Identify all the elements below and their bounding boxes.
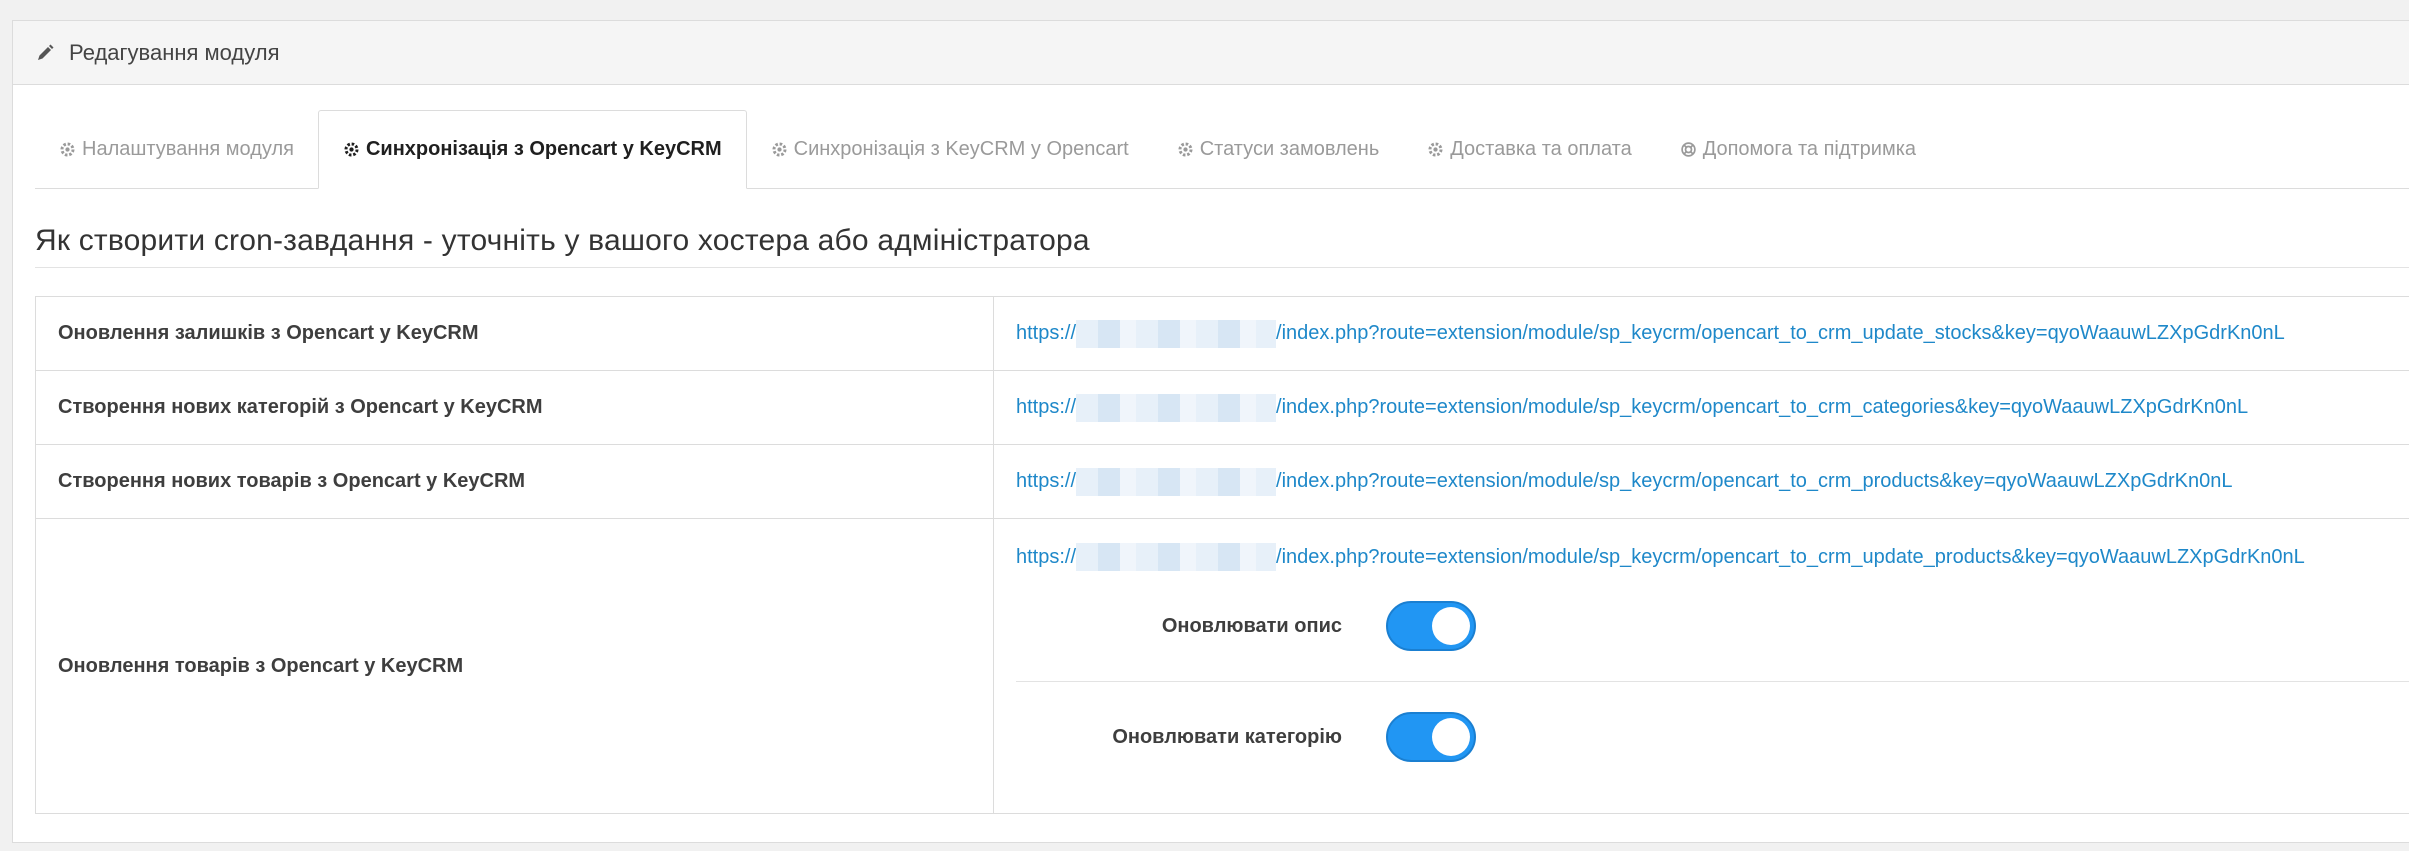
table-row: Оновлення залишків з Opencart у KeyCRM h… <box>35 296 2409 371</box>
url-suffix: /index.php?route=extension/module/sp_key… <box>1276 470 2233 492</box>
redacted-domain <box>1076 319 1277 348</box>
row-value: https:// /index.php?route=extension/modul… <box>993 296 2409 371</box>
cron-url-link[interactable]: https:// /index.php?route=extension/modul… <box>1016 319 2285 348</box>
table-row: Створення нових товарів з Opencart у Key… <box>35 444 2409 519</box>
option-update-category: Оновлювати категорію <box>1016 681 2409 792</box>
tab-bar: Налаштування модуля Синхронізація з Open… <box>35 110 2409 189</box>
tab-label: Синхронізація з Opencart у KeyCRM <box>365 138 722 160</box>
row-value: https:// /index.php?route=extension/modul… <box>993 518 2409 814</box>
tab-label: Статуси замовлень <box>1199 138 1380 160</box>
tab-order-statuses[interactable]: Статуси замовлень <box>1153 111 1404 188</box>
tab-module-settings[interactable]: Налаштування модуля <box>35 111 318 188</box>
tab-help-support[interactable]: Допомога та підтримка <box>1656 111 1940 188</box>
tab-label: Синхронізація з KeyCRM у Opencart <box>793 138 1129 160</box>
url-suffix: /index.php?route=extension/module/sp_key… <box>1276 322 2285 344</box>
tab-label: Налаштування модуля <box>82 138 294 160</box>
table-row: Оновлення товарів з Opencart у KeyCRM ht… <box>35 518 2409 814</box>
table-row: Створення нових категорій з Opencart у K… <box>35 370 2409 445</box>
cron-url-link[interactable]: https:// /index.php?route=extension/modul… <box>1016 543 2305 571</box>
tab-label: Допомога та підтримка <box>1702 138 1917 160</box>
panel-title: Редагування модуля <box>69 39 280 65</box>
url-prefix: https:// <box>1016 545 1077 568</box>
gear-icon <box>1428 142 1443 157</box>
tab-sync-opencart-to-keycrm[interactable]: Синхронізація з Opencart у KeyCRM <box>317 110 747 189</box>
section-title: Як створити cron-завдання - уточніть у в… <box>35 224 1090 257</box>
row-label: Створення нових категорій з Opencart у K… <box>35 370 994 445</box>
update-category-toggle[interactable] <box>1386 712 1476 762</box>
url-prefix: https:// <box>1016 470 1077 492</box>
gear-icon <box>344 142 359 157</box>
panel-heading: Редагування модуля <box>13 21 2409 85</box>
pencil-icon <box>38 44 54 60</box>
lifebuoy-icon <box>1680 142 1696 157</box>
toggle-knob <box>1432 607 1470 645</box>
url-prefix: https:// <box>1016 322 1077 344</box>
module-edit-panel: Редагування модуля Налаштування модуля С… <box>12 20 2409 843</box>
gear-icon <box>772 142 787 157</box>
cron-url-link[interactable]: https:// /index.php?route=extension/modul… <box>1016 467 2233 496</box>
redacted-domain <box>1076 393 1277 422</box>
url-prefix: https:// <box>1016 396 1077 418</box>
tab-label: Доставка та оплата <box>1450 138 1632 160</box>
option-label: Оновлювати категорію <box>1112 725 1342 748</box>
gear-icon <box>1178 142 1193 157</box>
toggle-knob <box>1432 718 1470 756</box>
cron-url-link[interactable]: https:// /index.php?route=extension/modul… <box>1016 393 2249 422</box>
gear-icon <box>60 142 75 157</box>
redacted-domain <box>1076 543 1277 571</box>
option-update-description: Оновлювати опис <box>1016 571 2409 681</box>
divider <box>35 267 2409 268</box>
update-description-toggle[interactable] <box>1386 601 1476 651</box>
row-value: https:// /index.php?route=extension/modul… <box>993 444 2409 519</box>
cron-urls-table: Оновлення залишків з Opencart у KeyCRM h… <box>35 296 2409 814</box>
url-suffix: /index.php?route=extension/module/sp_key… <box>1276 396 2249 418</box>
row-label: Оновлення залишків з Opencart у KeyCRM <box>35 296 994 371</box>
redacted-domain <box>1076 467 1277 496</box>
tab-delivery-payment[interactable]: Доставка та оплата <box>1403 111 1655 188</box>
option-label: Оновлювати опис <box>1161 614 1342 637</box>
url-suffix: /index.php?route=extension/module/sp_key… <box>1276 545 2305 568</box>
tab-sync-keycrm-to-opencart[interactable]: Синхронізація з KeyCRM у Opencart <box>747 111 1153 188</box>
row-label: Створення нових товарів з Opencart у Key… <box>35 444 994 519</box>
row-value: https:// /index.php?route=extension/modul… <box>993 370 2409 445</box>
row-label: Оновлення товарів з Opencart у KeyCRM <box>35 518 994 814</box>
